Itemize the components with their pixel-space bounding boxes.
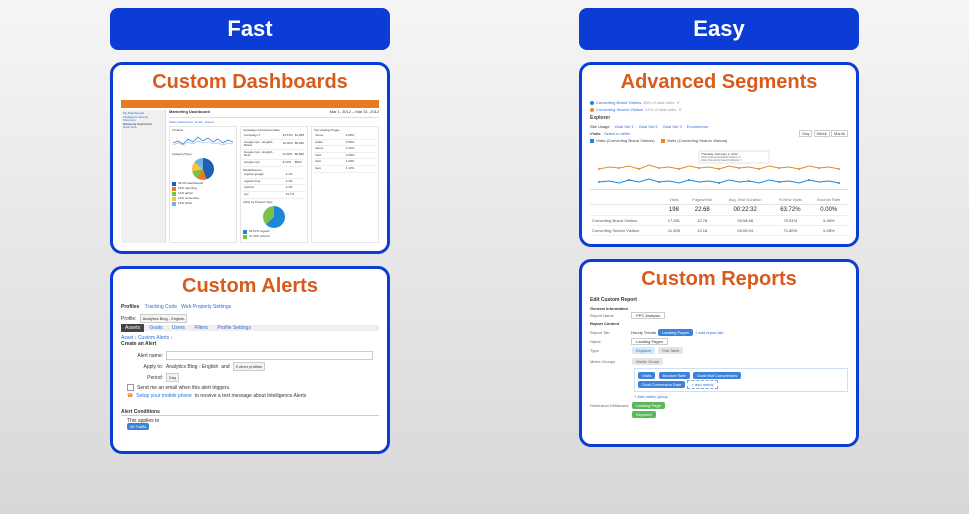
svg-text:Visits (Converting Search Visi: Visits (Converting Search Visitors): 3 bbox=[701, 159, 742, 162]
dashboards-title: Custom Dashboards bbox=[121, 71, 379, 94]
segments-card: Advanced Segments Converting Brand Visit… bbox=[579, 62, 859, 247]
add-report-tab[interactable]: + add report tab bbox=[695, 330, 723, 335]
segments-screenshot: Converting Brand Visitors 65% of total v… bbox=[590, 100, 848, 236]
add-metric[interactable]: + add metric bbox=[687, 380, 717, 389]
landing-widget: Top Landing Pages /home4.60% /video3.60%… bbox=[311, 126, 379, 243]
alerts-title: Custom Alerts bbox=[121, 275, 379, 298]
setup-mobile-link[interactable]: Setup your mobile phone bbox=[136, 393, 192, 399]
email-checkbox[interactable] bbox=[127, 384, 134, 391]
dashboards-card: Custom Dashboards My Dashboards Intellig… bbox=[110, 62, 390, 254]
report-name-input[interactable]: PPC Analysis bbox=[631, 312, 665, 319]
alert-name-input[interactable] bbox=[166, 351, 373, 360]
segments-table: Visits Pages/Visit Avg. Visit Duration %… bbox=[590, 195, 848, 236]
reports-screenshot: Edit Custom Report General Information R… bbox=[590, 297, 848, 419]
dashboards-screenshot: My Dashboards Intelligence Events Shortc… bbox=[121, 100, 379, 243]
add-metric-group[interactable]: + Add metric group bbox=[634, 394, 668, 399]
fast-header: Fast bbox=[110, 8, 390, 50]
dash-title: Marketing Dashboard bbox=[169, 110, 210, 115]
segments-title: Advanced Segments bbox=[590, 71, 848, 94]
alerts-card: Custom Alerts Profiles Tracking Code Web… bbox=[110, 266, 390, 454]
assets-tab[interactable]: Assets bbox=[121, 324, 144, 332]
date-range: Mar 1, 2012 – Mar 31, 2012 bbox=[330, 110, 379, 115]
dashboards-sidebar: My Dashboards Intelligence Events Shortc… bbox=[121, 110, 166, 243]
alerts-screenshot: Profiles Tracking Code Web Property Sett… bbox=[121, 304, 379, 430]
timeline-widget: Timeline Category/Type 44.6% dashboards … bbox=[169, 126, 237, 243]
segments-chart: Thursday, February 2, 2012 Visits (Conve… bbox=[590, 149, 848, 190]
profile-select[interactable]: Analytics Blog - English bbox=[140, 314, 188, 323]
reports-card: Custom Reports Edit Custom Report Genera… bbox=[579, 259, 859, 447]
close-icon[interactable]: ✕ bbox=[676, 100, 679, 105]
easy-header: Easy bbox=[579, 8, 859, 50]
close-icon[interactable]: ✕ bbox=[678, 107, 681, 112]
conditions-target[interactable]: All Traffic bbox=[127, 423, 149, 430]
reports-title: Custom Reports bbox=[590, 268, 848, 291]
campaign-widget: Campaign Conversion Rate Campaign 143.57… bbox=[240, 126, 308, 243]
other-profiles-select[interactable]: 0 other profiles bbox=[233, 362, 265, 371]
period-select[interactable]: Day bbox=[166, 373, 179, 382]
